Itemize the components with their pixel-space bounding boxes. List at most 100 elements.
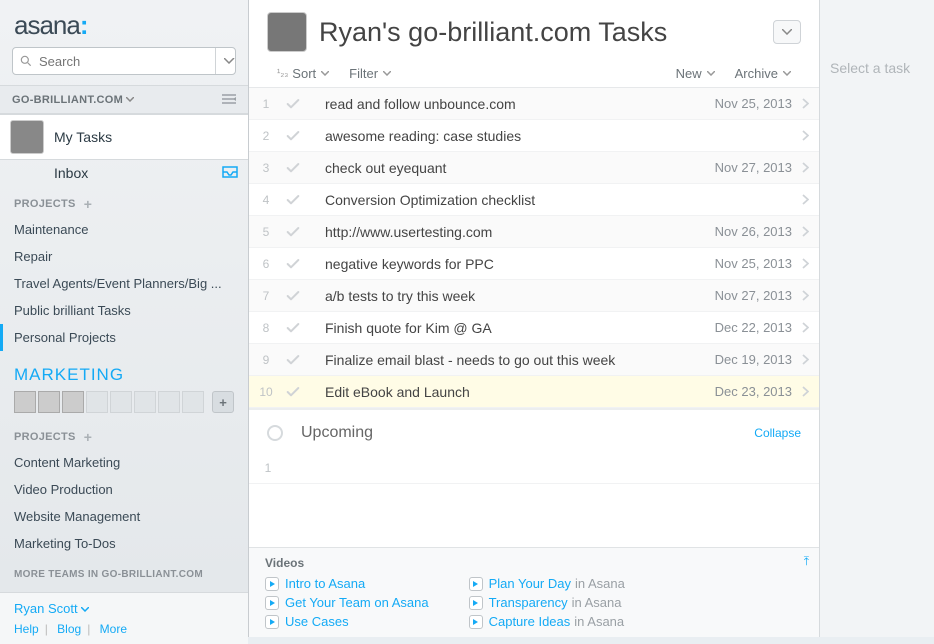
videos-panel: ⤒ Videos Intro to Asana Get Your Team on … [249, 547, 819, 637]
complete-check-icon[interactable] [279, 352, 307, 368]
task-row[interactable]: 8Finish quote for Kim @ GADec 22, 2013 [249, 312, 819, 344]
chevron-right-icon [802, 162, 809, 173]
complete-check-icon[interactable] [279, 288, 307, 304]
video-link[interactable]: Intro to Asana [265, 576, 429, 591]
task-row-empty[interactable]: 1 [249, 452, 819, 484]
task-row[interactable]: 6 negative keywords for PPCNov 25, 2013 [249, 248, 819, 280]
add-member-button[interactable]: + [212, 391, 234, 413]
member-avatar[interactable] [38, 391, 60, 413]
archive-button[interactable]: Archive [735, 66, 791, 81]
chevron-right-icon [802, 322, 809, 333]
sidebar-project[interactable]: Public brilliant Tasks [0, 297, 248, 324]
task-title: check out eyequant [307, 160, 700, 176]
task-number: 10 [253, 385, 279, 399]
task-date: Dec 22, 2013 [700, 320, 792, 335]
task-row[interactable]: 2 awesome reading: case studies [249, 120, 819, 152]
task-title: awesome reading: case studies [307, 128, 700, 144]
play-icon [265, 615, 279, 629]
complete-check-icon[interactable] [279, 192, 307, 208]
task-title: Edit eBook and Launch [307, 384, 700, 400]
complete-check-icon[interactable] [279, 96, 307, 112]
collapse-sidebar-icon[interactable] [222, 92, 236, 107]
task-number: 5 [253, 225, 279, 239]
search-input[interactable] [39, 54, 215, 69]
new-button[interactable]: New [676, 66, 715, 81]
complete-check-icon[interactable] [279, 224, 307, 240]
complete-check-icon[interactable] [279, 128, 307, 144]
add-project-icon[interactable]: + [84, 429, 92, 445]
task-date: Nov 25, 2013 [700, 256, 792, 271]
filter-button[interactable]: Filter [349, 66, 391, 81]
blog-link[interactable]: Blog [57, 622, 81, 636]
play-icon [469, 596, 483, 610]
complete-check-icon[interactable] [279, 160, 307, 176]
sidebar-project[interactable]: Video Production [0, 476, 248, 503]
inbox-icon [222, 166, 238, 181]
search-box[interactable] [12, 47, 236, 75]
sidebar-project[interactable]: Repair [0, 243, 248, 270]
task-row[interactable]: 10 Edit eBook and LaunchDec 23, 2013 [249, 376, 819, 408]
chevron-right-icon [802, 258, 809, 269]
task-number: 3 [253, 161, 279, 175]
sidebar-project[interactable]: Travel Agents/Event Planners/Big ... [0, 270, 248, 297]
videos-collapse-icon[interactable]: ⤒ [804, 554, 809, 569]
logo[interactable]: asana: [0, 0, 248, 47]
task-title: a/b tests to try this week [307, 288, 700, 304]
video-link[interactable]: Get Your Team on Asana [265, 595, 429, 610]
section-upcoming[interactable]: Upcoming Collapse [249, 408, 819, 452]
search-dropdown[interactable] [215, 48, 238, 74]
task-row[interactable]: 5http://www.usertesting.comNov 26, 2013 [249, 216, 819, 248]
nav-inbox[interactable]: Inbox [0, 160, 248, 186]
user-menu[interactable]: Ryan Scott [14, 601, 234, 616]
task-title: Finalize email blast - needs to go out t… [307, 352, 700, 368]
nav-label: My Tasks [54, 129, 112, 145]
video-link[interactable]: Transparencyin Asana [469, 595, 625, 610]
complete-check-icon[interactable] [279, 320, 307, 336]
task-number: 2 [253, 129, 279, 143]
detail-placeholder: Select a task [830, 60, 924, 76]
section-toggle-icon [267, 425, 283, 441]
complete-check-icon[interactable] [279, 256, 307, 272]
task-title: negative keywords for PPC [307, 256, 700, 272]
more-link[interactable]: More [100, 622, 127, 636]
play-icon [469, 615, 483, 629]
task-row[interactable]: 3check out eyequantNov 27, 2013 [249, 152, 819, 184]
member-slot [86, 391, 108, 413]
task-row[interactable]: 7a/b tests to try this weekNov 27, 2013 [249, 280, 819, 312]
sidebar-project[interactable]: Website Management [0, 503, 248, 530]
workspace-switcher[interactable]: GO-BRILLIANT.COM [0, 85, 248, 114]
task-date: Dec 23, 2013 [700, 384, 792, 399]
video-link[interactable]: Plan Your Dayin Asana [469, 576, 625, 591]
task-row[interactable]: 9Finalize email blast - needs to go out … [249, 344, 819, 376]
chevron-right-icon [802, 354, 809, 365]
video-link[interactable]: Capture Ideasin Asana [469, 614, 625, 629]
task-date: Nov 25, 2013 [700, 96, 792, 111]
member-slot [134, 391, 156, 413]
videos-header: Videos [265, 556, 803, 570]
more-teams-link[interactable]: MORE TEAMS IN GO-BRILLIANT.COM [0, 557, 248, 592]
sidebar-project[interactable]: Content Marketing [0, 449, 248, 476]
video-link[interactable]: Use Cases [265, 614, 429, 629]
nav-my-tasks[interactable]: My Tasks [0, 114, 248, 160]
task-title: read and follow unbounce.com [307, 96, 700, 112]
add-project-icon[interactable]: + [84, 196, 92, 212]
collapse-link[interactable]: Collapse [754, 426, 801, 440]
complete-check-icon[interactable] [279, 384, 307, 400]
sidebar-project[interactable]: Marketing To-Dos [0, 530, 248, 557]
member-avatar[interactable] [14, 391, 36, 413]
member-slot [158, 391, 180, 413]
sidebar-project[interactable]: Maintenance [0, 216, 248, 243]
sort-button[interactable]: ¹₂₃Sort [277, 66, 329, 81]
task-row[interactable]: 4Conversion Optimization checklist [249, 184, 819, 216]
header-menu-button[interactable] [773, 20, 801, 44]
team-header[interactable]: MARKETING [0, 351, 248, 391]
task-date: Nov 26, 2013 [700, 224, 792, 239]
task-number: 7 [253, 289, 279, 303]
nav-label: Inbox [54, 165, 88, 181]
help-link[interactable]: Help [14, 622, 39, 636]
task-row[interactable]: 1read and follow unbounce.comNov 25, 201… [249, 88, 819, 120]
member-avatar[interactable] [62, 391, 84, 413]
play-icon [265, 577, 279, 591]
sidebar-project[interactable]: Personal Projects [0, 324, 248, 351]
task-number: 6 [253, 257, 279, 271]
